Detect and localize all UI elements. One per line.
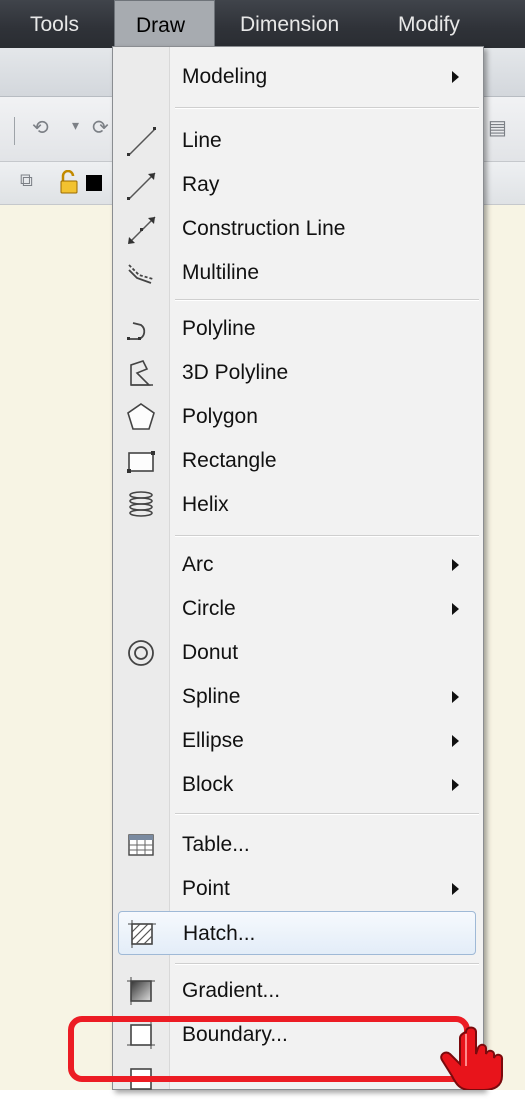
menu-item-label: Helix xyxy=(182,493,229,516)
menu-item-label: 3D Polyline xyxy=(182,361,289,384)
menu-item-helix[interactable]: Helix xyxy=(113,483,483,527)
menu-draw[interactable]: Draw xyxy=(114,0,215,48)
submenu-arrow-icon xyxy=(452,883,459,895)
submenu-arrow-icon xyxy=(452,71,459,83)
menu-separator xyxy=(175,813,479,815)
menu-item-multiline[interactable]: Multiline xyxy=(113,251,483,295)
menu-item-label: Block xyxy=(182,773,234,796)
menu-item-line[interactable]: Line xyxy=(113,119,483,163)
polygon-icon xyxy=(123,399,159,435)
properties-icon[interactable]: ▤ xyxy=(488,115,507,140)
menu-separator xyxy=(175,107,479,109)
redo-icon[interactable]: ⟳ xyxy=(92,115,109,140)
menu-bar: Tools Draw Dimension Modify xyxy=(0,0,525,48)
polyline-icon xyxy=(123,311,159,347)
toolbar-divider xyxy=(14,117,15,145)
color-swatch[interactable] xyxy=(86,175,102,191)
menu-item-label: Ray xyxy=(182,173,220,196)
menu-item-label: Point xyxy=(182,877,230,900)
menu-item-label: Circle xyxy=(182,597,236,620)
menu-item-ray[interactable]: Ray xyxy=(113,163,483,207)
rectangle-icon xyxy=(123,443,159,479)
menu-item-ellipse[interactable]: Ellipse xyxy=(113,719,483,763)
menu-item-point[interactable]: Point xyxy=(113,867,483,911)
undo-icon[interactable]: ⟲ xyxy=(32,115,49,140)
menu-item-rectangle[interactable]: Rectangle xyxy=(113,439,483,483)
menu-item-label: Polygon xyxy=(182,405,258,428)
layer-state-icon[interactable]: ⧉ xyxy=(20,170,33,191)
multiline-icon xyxy=(123,255,159,291)
menu-item-3d-polyline[interactable]: 3D Polyline xyxy=(113,351,483,395)
callout-highlight-box xyxy=(68,1016,470,1082)
menu-separator xyxy=(175,963,479,965)
submenu-arrow-icon xyxy=(452,559,459,571)
menu-item-block[interactable]: Block xyxy=(113,763,483,807)
unlock-icon[interactable] xyxy=(58,169,80,199)
donut-icon xyxy=(123,635,159,671)
menu-dimension[interactable]: Dimension xyxy=(240,0,339,48)
menu-item-arc[interactable]: Arc xyxy=(113,543,483,587)
menu-item-label: Donut xyxy=(182,641,239,664)
menu-item-table[interactable]: Table... xyxy=(113,823,483,867)
undo-dropdown-icon[interactable]: ▾ xyxy=(72,117,79,134)
menu-item-hatch[interactable]: Hatch... xyxy=(118,911,476,955)
construction-line-icon xyxy=(123,211,159,247)
helix-icon xyxy=(123,487,159,523)
pointing-hand-icon xyxy=(436,1026,522,1095)
menu-item-label: Arc xyxy=(182,553,214,576)
gradient-icon xyxy=(123,973,159,1009)
menu-item-label: Rectangle xyxy=(182,449,277,472)
menu-item-gradient[interactable]: Gradient... xyxy=(113,969,483,1013)
menu-item-label: Table... xyxy=(182,833,250,856)
submenu-arrow-icon xyxy=(452,691,459,703)
ray-icon xyxy=(123,167,159,203)
menu-separator xyxy=(175,535,479,537)
line-icon xyxy=(123,123,159,159)
menu-item-polygon[interactable]: Polygon xyxy=(113,395,483,439)
menu-item-label: Construction Line xyxy=(182,217,346,240)
menu-item-circle[interactable]: Circle xyxy=(113,587,483,631)
menu-item-construction-line[interactable]: Construction Line xyxy=(113,207,483,251)
menu-item-label: Gradient... xyxy=(182,979,281,1002)
menu-item-label: Line xyxy=(182,129,222,152)
3d-polyline-icon xyxy=(123,355,159,391)
table-icon xyxy=(123,827,159,863)
draw-menu: Modeling Line Ray Construction Line Mult… xyxy=(112,46,484,1090)
menu-item-label: Multiline xyxy=(182,261,260,284)
menu-item-label: Polyline xyxy=(182,317,256,340)
menu-modify[interactable]: Modify xyxy=(398,0,460,48)
submenu-arrow-icon xyxy=(452,779,459,791)
menu-item-label: Ellipse xyxy=(182,729,244,752)
menu-item-polyline[interactable]: Polyline xyxy=(113,307,483,351)
menu-tools[interactable]: Tools xyxy=(30,0,79,48)
menu-item-label: Spline xyxy=(182,685,241,708)
menu-item-spline[interactable]: Spline xyxy=(113,675,483,719)
menu-item-modeling[interactable]: Modeling xyxy=(113,55,483,99)
submenu-arrow-icon xyxy=(452,603,459,615)
submenu-arrow-icon xyxy=(452,735,459,747)
menu-item-donut[interactable]: Donut xyxy=(113,631,483,675)
menu-item-label: Modeling xyxy=(182,65,268,88)
menu-item-label: Hatch... xyxy=(183,922,256,945)
hatch-icon xyxy=(124,916,160,952)
menu-separator xyxy=(175,299,479,301)
